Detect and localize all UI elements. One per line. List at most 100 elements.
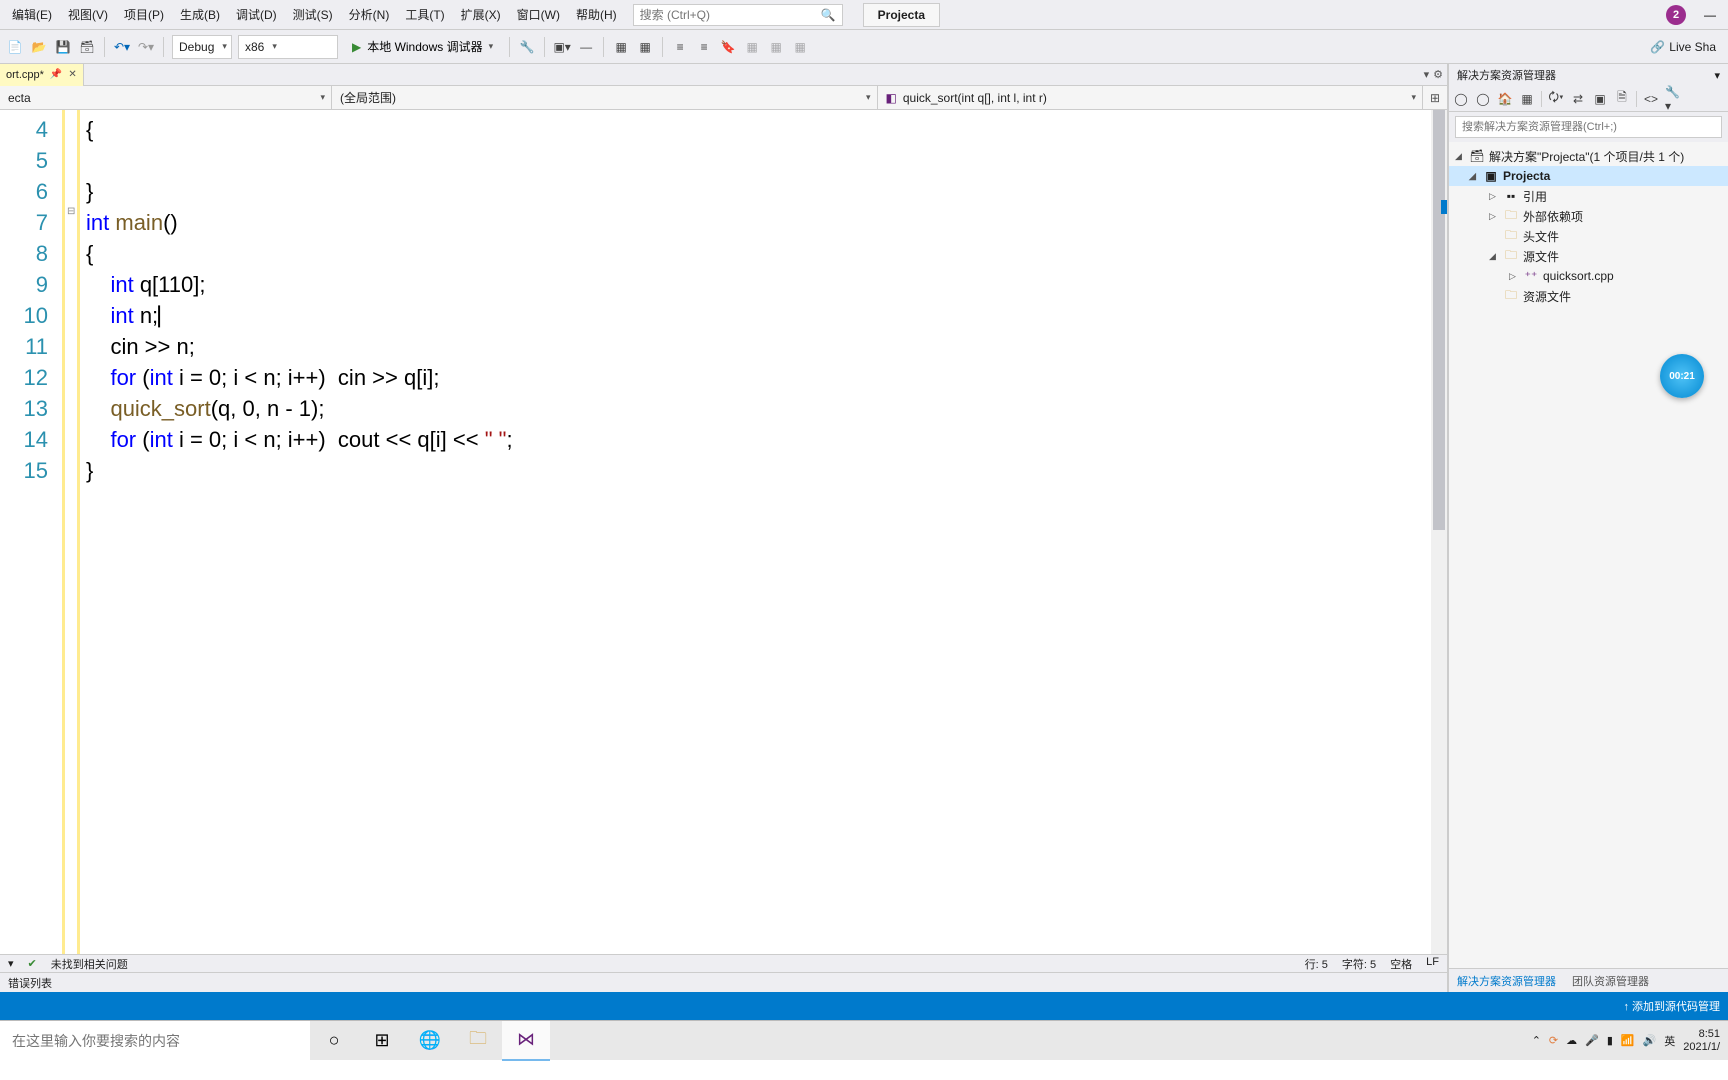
solution-tree[interactable]: ◢🗃解决方案"Projecta"(1 个项目/共 1 个) ◢▣Projecta…: [1449, 142, 1728, 968]
nav-function-combo[interactable]: ◧ quick_sort(int q[], int l, int r): [878, 86, 1424, 109]
menu-item[interactable]: 扩展(X): [453, 2, 509, 27]
view-code-icon[interactable]: <>: [1643, 91, 1659, 107]
back-icon[interactable]: ◯: [1453, 91, 1469, 107]
menu-item[interactable]: 生成(B): [172, 2, 228, 27]
open-icon[interactable]: 📂: [30, 38, 48, 56]
tool-icon-2[interactable]: ▣▾: [553, 38, 571, 56]
menu-item[interactable]: 测试(S): [285, 2, 341, 27]
tree-project-node[interactable]: ◢▣Projecta: [1449, 166, 1728, 186]
platform-combo[interactable]: x86: [238, 35, 338, 59]
nav-project-combo[interactable]: ecta: [0, 86, 332, 109]
menu-item[interactable]: 编辑(E): [4, 2, 60, 27]
solution-explorer-panel: 解决方案资源管理器 ▾ ◯ ◯ 🏠 ▦ 🗘▾ ⇄ ▣ 🗎 <> 🔧▾ ◢🗃解决方…: [1448, 64, 1728, 992]
col-indicator[interactable]: 字符: 5: [1342, 956, 1376, 972]
comment-icon[interactable]: ▦: [612, 38, 630, 56]
minimize-button[interactable]: —: [1704, 8, 1716, 22]
menu-item[interactable]: 帮助(H): [568, 2, 625, 27]
indent-icon[interactable]: ≡: [671, 38, 689, 56]
tree-resources-node[interactable]: 🗀资源文件: [1449, 286, 1728, 306]
tool-icon-6[interactable]: ▦: [791, 38, 809, 56]
nav-scope-combo[interactable]: (全局范围): [332, 86, 878, 109]
tree-solution-node[interactable]: ◢🗃解决方案"Projecta"(1 个项目/共 1 个): [1449, 146, 1728, 166]
cortana-icon[interactable]: ○: [310, 1021, 358, 1061]
home-icon[interactable]: 🏠: [1497, 91, 1513, 107]
tool-icon-1[interactable]: 🔧: [518, 38, 536, 56]
vertical-scrollbar[interactable]: [1431, 110, 1447, 954]
document-tabs: ort.cpp* 📌 ✕ ▾ ⚙: [0, 64, 1447, 86]
ide-status-bar: ↑ 添加到源代码管理: [0, 992, 1728, 1020]
tab-overflow-icon[interactable]: ▾: [1424, 68, 1430, 81]
config-combo[interactable]: Debug: [172, 35, 232, 59]
tree-references-node[interactable]: ▷▪▪引用: [1449, 186, 1728, 206]
tool-icon-3[interactable]: —: [577, 38, 595, 56]
collapse-all-icon[interactable]: ⇄: [1570, 91, 1586, 107]
add-source-control-button[interactable]: ↑ 添加到源代码管理: [1623, 998, 1720, 1014]
tab-team-explorer[interactable]: 团队资源管理器: [1564, 969, 1657, 992]
tree-file-node[interactable]: ▷⁺⁺quicksort.cpp: [1449, 266, 1728, 286]
tab-settings-icon[interactable]: ⚙: [1433, 68, 1443, 81]
tray-cloud-icon[interactable]: ☁: [1566, 1034, 1577, 1047]
uncomment-icon[interactable]: ▦: [636, 38, 654, 56]
menu-item[interactable]: 项目(P): [116, 2, 172, 27]
properties-icon[interactable]: 🗎: [1614, 91, 1630, 107]
tray-chevron-icon[interactable]: ⌃: [1532, 1034, 1541, 1047]
show-all-icon[interactable]: ▣: [1592, 91, 1608, 107]
visual-studio-icon[interactable]: ⋈: [502, 1021, 550, 1061]
tab-solution-explorer[interactable]: 解决方案资源管理器: [1449, 969, 1564, 992]
menu-item[interactable]: 视图(V): [60, 2, 116, 27]
save-all-icon[interactable]: 🗃: [78, 38, 96, 56]
tree-external-deps-node[interactable]: ▷🗀外部依赖项: [1449, 206, 1728, 226]
clock[interactable]: 8:51 2021/1/: [1683, 1028, 1720, 1054]
menu-item[interactable]: 分析(N): [341, 2, 398, 27]
tray-wifi-icon[interactable]: 📶: [1621, 1034, 1635, 1047]
edge-icon[interactable]: 🌐: [406, 1021, 454, 1061]
new-project-icon[interactable]: 📄: [6, 38, 24, 56]
menu-item[interactable]: 工具(T): [397, 2, 452, 27]
sync-icon[interactable]: ▦: [1519, 91, 1535, 107]
line-indicator[interactable]: 行: 5: [1305, 956, 1328, 972]
forward-icon[interactable]: ◯: [1475, 91, 1491, 107]
file-tab[interactable]: ort.cpp* 📌 ✕: [0, 64, 84, 86]
close-tab-icon[interactable]: ✕: [68, 69, 76, 80]
dropdown-indicator[interactable]: ▾: [8, 957, 14, 970]
menu-item[interactable]: 调试(D): [228, 2, 285, 27]
menu-item[interactable]: 窗口(W): [509, 2, 568, 27]
redo-icon[interactable]: ↷▾: [137, 38, 155, 56]
tray-mic-icon[interactable]: 🎤: [1585, 1034, 1599, 1047]
avatar[interactable]: 2: [1666, 5, 1686, 25]
timer-overlay: 00:21: [1660, 354, 1704, 398]
spaces-indicator[interactable]: 空格: [1390, 956, 1412, 972]
global-search-input[interactable]: [640, 8, 836, 22]
project-selector[interactable]: Projecta: [863, 3, 940, 27]
tray-battery-icon[interactable]: ▮: [1607, 1034, 1613, 1047]
start-debug-button[interactable]: ▶ 本地 Windows 调试器 ▾: [344, 35, 501, 59]
tray-sync-icon[interactable]: ⟳: [1549, 1034, 1558, 1047]
solution-search-input[interactable]: [1455, 116, 1722, 138]
tool-icon-5[interactable]: ▦: [767, 38, 785, 56]
outdent-icon[interactable]: ≡: [695, 38, 713, 56]
split-editor-button[interactable]: ⊞: [1423, 86, 1447, 109]
ime-indicator[interactable]: 英: [1664, 1033, 1675, 1049]
error-list-tab[interactable]: 错误列表: [0, 972, 1447, 992]
save-icon[interactable]: 💾: [54, 38, 72, 56]
code-content[interactable]: { }int main(){ int q[110]; int n;⎸ cin >…: [80, 110, 1447, 954]
tool-icon-4[interactable]: ▦: [743, 38, 761, 56]
pin-icon[interactable]: 📌: [50, 69, 62, 80]
collapse-icon[interactable]: ⊟: [67, 206, 75, 217]
tree-headers-node[interactable]: 🗀头文件: [1449, 226, 1728, 246]
undo-icon[interactable]: ↶▾: [113, 38, 131, 56]
tree-sources-node[interactable]: ◢🗀源文件: [1449, 246, 1728, 266]
bookmark-icon[interactable]: 🔖: [719, 38, 737, 56]
wrench-icon[interactable]: 🔧▾: [1665, 91, 1681, 107]
explorer-icon[interactable]: 🗀: [454, 1021, 502, 1061]
code-editor[interactable]: 456789101112131415 ⊟ { }int main(){ int …: [0, 110, 1447, 954]
tray-volume-icon[interactable]: 🔊: [1643, 1034, 1657, 1047]
global-search[interactable]: 🔍: [633, 4, 843, 26]
windows-search-input[interactable]: [0, 1021, 310, 1061]
panel-menu-icon[interactable]: ▾: [1714, 69, 1720, 82]
line-gutter: 456789101112131415: [0, 110, 62, 954]
task-view-icon[interactable]: ⊞: [358, 1021, 406, 1061]
eol-indicator[interactable]: LF: [1426, 956, 1439, 972]
refresh-icon[interactable]: 🗘▾: [1548, 91, 1564, 107]
live-share-button[interactable]: 🔗 Live Sha: [1650, 40, 1722, 54]
